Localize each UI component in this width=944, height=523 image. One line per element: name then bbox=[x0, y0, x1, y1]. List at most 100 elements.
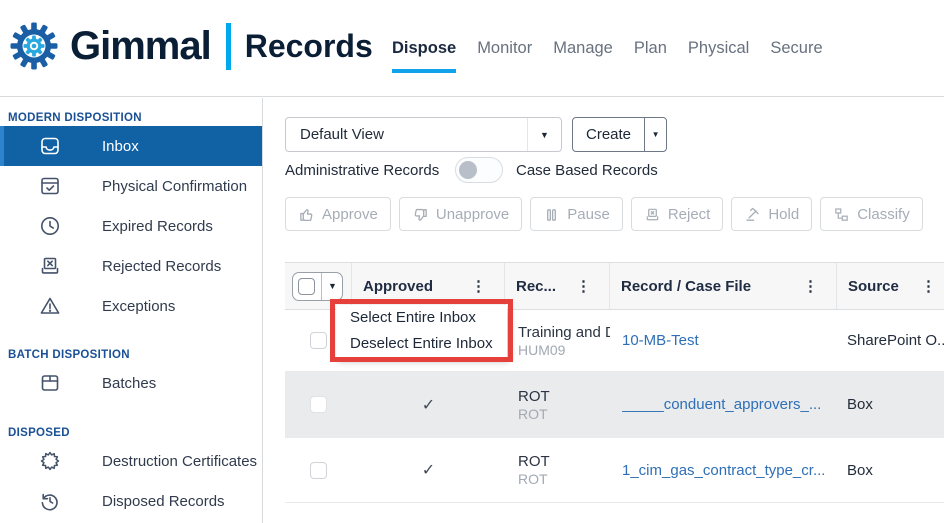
sidebar-item-label: Disposed Records bbox=[102, 493, 225, 510]
brand-divider bbox=[226, 23, 231, 70]
inbox-table: ▼ Approved ⋮ Rec... ⋮ Record / Case File… bbox=[285, 262, 944, 523]
reject-icon bbox=[644, 206, 661, 223]
sidebar-item-physical-confirmation[interactable]: Physical Confirmation bbox=[0, 166, 262, 206]
brand-name: Gimmal bbox=[70, 24, 211, 69]
record-type-toggle[interactable] bbox=[455, 157, 503, 183]
gimmal-records-app: Gimmal Records Dispose Monitor Manage Pl… bbox=[0, 0, 944, 523]
chevron-down-icon[interactable]: ▼ bbox=[527, 118, 561, 151]
case-based-records-label: Case Based Records bbox=[516, 162, 658, 179]
source-cell: Box bbox=[837, 372, 944, 437]
create-split-button[interactable]: Create ▼ bbox=[572, 117, 667, 152]
unapprove-button[interactable]: Unapprove bbox=[399, 197, 522, 231]
column-menu-icon[interactable]: ⋮ bbox=[576, 277, 591, 295]
table-row[interactable]: ✓ ROT ROT 1_cim_gas_contract_type_cr... … bbox=[285, 438, 944, 503]
view-select-value: Default View bbox=[286, 126, 527, 143]
rec-cell: ROT ROT bbox=[505, 438, 610, 502]
approved-cell bbox=[352, 503, 505, 523]
rec-title: ROT bbox=[518, 453, 550, 470]
table-row[interactable]: ✓ ROT ROT _____conduent_approvers_... Bo… bbox=[285, 372, 944, 438]
brand-logo: Gimmal Records bbox=[8, 20, 373, 72]
source-cell: SharePoint O... bbox=[837, 310, 944, 371]
section-title-disposed: DISPOSED bbox=[8, 427, 262, 439]
sidebar-item-batches[interactable]: Batches bbox=[0, 363, 262, 403]
nav-tab-plan[interactable]: Plan bbox=[634, 39, 667, 58]
sidebar-item-label: Physical Confirmation bbox=[102, 178, 247, 195]
create-dropdown-caret-icon[interactable]: ▼ bbox=[645, 118, 666, 151]
select-all-checkbox[interactable] bbox=[298, 278, 315, 295]
sidebar-item-inbox[interactable]: Inbox bbox=[0, 126, 262, 166]
reject-button[interactable]: Reject bbox=[631, 197, 724, 231]
row-checkbox[interactable] bbox=[310, 462, 327, 479]
select-inbox-context-menu: Select Entire Inbox Deselect Entire Inbo… bbox=[336, 305, 507, 357]
column-menu-icon[interactable]: ⋮ bbox=[803, 277, 818, 295]
select-dropdown-caret-icon[interactable]: ▼ bbox=[328, 281, 337, 291]
sidebar-item-expired-records[interactable]: Expired Records bbox=[0, 206, 262, 246]
sidebar-item-rejected-records[interactable]: Rejected Records bbox=[0, 246, 262, 286]
menu-item-select-entire-inbox[interactable]: Select Entire Inbox bbox=[336, 305, 507, 331]
thumbs-down-icon bbox=[412, 206, 429, 223]
section-title-batch-disposition: BATCH DISPOSITION bbox=[8, 349, 262, 361]
approved-check: ✓ bbox=[352, 372, 505, 437]
brand-product: Records bbox=[245, 28, 373, 65]
toggle-knob bbox=[459, 161, 477, 179]
row-checkbox[interactable] bbox=[310, 332, 327, 349]
nav-tab-monitor[interactable]: Monitor bbox=[477, 39, 532, 58]
hold-icon bbox=[744, 206, 761, 223]
approved-check: ✓ bbox=[352, 438, 505, 502]
select-control-divider bbox=[321, 273, 322, 300]
table-header-source: Source ⋮ bbox=[837, 263, 944, 309]
nav-tab-physical[interactable]: Physical bbox=[688, 39, 749, 58]
sidebar: MODERN DISPOSITION Inbox Physical Confir… bbox=[0, 98, 263, 523]
sidebar-item-destruction-certificates[interactable]: Destruction Certificates bbox=[0, 441, 262, 481]
rec-code: HUM09 bbox=[518, 342, 565, 358]
nav-tab-manage[interactable]: Manage bbox=[553, 39, 613, 58]
column-menu-icon[interactable]: ⋮ bbox=[921, 277, 936, 295]
rec-code: ROT bbox=[518, 471, 548, 487]
gimmal-gear-icon bbox=[8, 20, 60, 72]
classify-icon bbox=[833, 206, 850, 223]
nav-tab-dispose[interactable]: Dispose bbox=[392, 39, 456, 58]
sidebar-item-exceptions[interactable]: Exceptions bbox=[0, 286, 262, 326]
pause-icon bbox=[543, 206, 560, 223]
row-checkbox[interactable] bbox=[310, 396, 327, 413]
approve-button[interactable]: Approve bbox=[285, 197, 391, 231]
top-bar: Gimmal Records Dispose Monitor Manage Pl… bbox=[0, 0, 944, 97]
column-menu-icon[interactable]: ⋮ bbox=[471, 277, 486, 295]
source-cell bbox=[837, 503, 944, 523]
destruction-certificates-icon bbox=[38, 449, 62, 473]
hold-button[interactable]: Hold bbox=[731, 197, 812, 231]
administrative-records-label: Administrative Records bbox=[285, 162, 455, 179]
action-button-row: Approve Unapprove Pause Reject bbox=[285, 197, 923, 231]
rec-code: ROT bbox=[518, 406, 548, 422]
section-title-modern-disposition: MODERN DISPOSITION bbox=[8, 112, 262, 124]
record-type-toggle-row: Administrative Records Case Based Record… bbox=[285, 156, 658, 184]
table-row[interactable]: ROT bbox=[285, 503, 944, 523]
rec-cell: ROT bbox=[505, 503, 610, 523]
expired-records-icon bbox=[38, 214, 62, 238]
record-link[interactable]: 10-MB-Test bbox=[622, 332, 699, 349]
view-select[interactable]: Default View ▼ bbox=[285, 117, 562, 152]
sidebar-item-label: Expired Records bbox=[102, 218, 213, 235]
nav-tab-secure[interactable]: Secure bbox=[770, 39, 822, 58]
record-link[interactable]: 1_cim_gas_contract_type_cr... bbox=[622, 462, 825, 479]
thumbs-up-icon bbox=[298, 206, 315, 223]
table-header-rec: Rec... ⋮ bbox=[505, 263, 610, 309]
sidebar-item-disposed-records[interactable]: Disposed Records bbox=[0, 481, 262, 521]
rejected-records-icon bbox=[38, 254, 62, 278]
sidebar-item-label: Exceptions bbox=[102, 298, 175, 315]
select-all-control[interactable]: ▼ bbox=[292, 272, 343, 301]
sidebar-item-label: Inbox bbox=[102, 138, 139, 155]
sidebar-item-label: Rejected Records bbox=[102, 258, 221, 275]
table-header-select: ▼ bbox=[285, 263, 352, 309]
pause-button[interactable]: Pause bbox=[530, 197, 623, 231]
record-link[interactable]: _____conduent_approvers_... bbox=[622, 396, 821, 413]
menu-item-deselect-entire-inbox[interactable]: Deselect Entire Inbox bbox=[336, 331, 507, 357]
rec-title: ROT bbox=[518, 388, 550, 405]
classify-button[interactable]: Classify bbox=[820, 197, 923, 231]
table-header-approved: Approved ⋮ bbox=[352, 263, 505, 309]
top-navigation: Dispose Monitor Manage Plan Physical Sec… bbox=[392, 0, 823, 97]
rec-cell: ROT ROT bbox=[505, 372, 610, 437]
create-button[interactable]: Create bbox=[573, 118, 645, 151]
disposed-records-icon bbox=[38, 489, 62, 513]
sidebar-item-label: Batches bbox=[102, 375, 156, 392]
